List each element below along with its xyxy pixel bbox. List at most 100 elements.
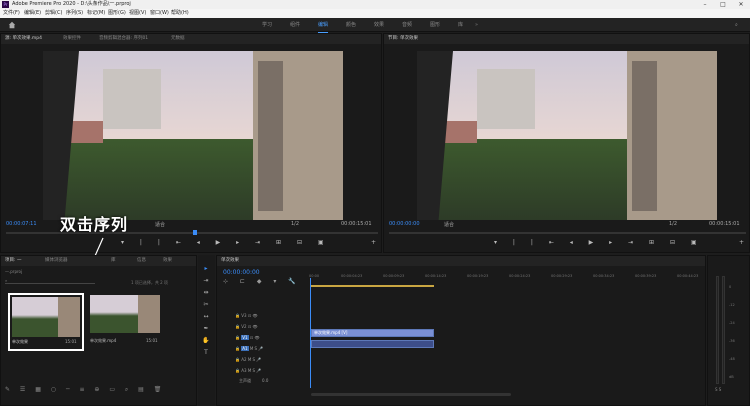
source-playhead[interactable] — [193, 230, 197, 235]
timeline-timecode[interactable]: 00:00:00:00 — [223, 269, 260, 276]
menu-sequence[interactable]: 序列(S) — [66, 9, 83, 18]
project-item-duration: 15:01 — [146, 338, 158, 343]
maximize-button[interactable]: □ — [714, 0, 732, 9]
tab-project[interactable]: 项目: 一 — [5, 256, 21, 266]
tab-effect-controls[interactable]: 效果控件 — [63, 34, 81, 44]
source-zoom-select[interactable]: 适合 — [155, 221, 165, 228]
type-tool-icon[interactable]: T — [202, 349, 210, 357]
tab-effects[interactable]: 效果 — [163, 256, 172, 266]
meter-solo-buttons[interactable]: S S — [715, 387, 721, 392]
clip-thumbnail[interactable]: 单次效果.mp4 15:01 — [90, 295, 160, 349]
workspace-learn[interactable]: 学习 — [262, 18, 272, 32]
sequence-thumbnail[interactable]: 单次效果 15:01 — [8, 293, 84, 351]
track-header-v2[interactable]: 🔒 V2 ⊡ 👁 — [235, 321, 263, 332]
menu-marker[interactable]: 标记(M) — [87, 9, 105, 18]
slip-tool-icon[interactable]: ↔ — [202, 313, 210, 321]
menu-window[interactable]: 窗口(W) — [150, 9, 169, 18]
menu-view[interactable]: 视图(V) — [129, 9, 146, 18]
ruler-tick: 00:00:09:23 — [383, 274, 405, 278]
caption-overlay: 双击序列 — [60, 215, 129, 234]
menu-edit[interactable]: 编辑(E) — [24, 9, 41, 18]
tab-libraries[interactable]: 库 — [111, 256, 116, 266]
meter-label: -48 — [729, 357, 735, 361]
track-headers: 🔒 V3 ⊡ 👁 🔒 V2 ⊡ 👁 🔒 V1 ⊡ 👁 🔒 A1 M S 🎤 🔒 … — [235, 310, 263, 376]
menu-graphics[interactable]: 图形(G) — [108, 9, 126, 18]
meter-label: 0 — [729, 285, 732, 289]
window-title: Adobe Premiere Pro 2020 - D:\头条作品\一.prpr… — [12, 1, 131, 7]
tab-sequence[interactable]: 单次效果 — [221, 256, 239, 266]
meter-channel-right — [722, 276, 725, 384]
video-clip[interactable]: 单次效果.mp4 [V] — [311, 329, 434, 337]
tab-audio-mixer[interactable]: 音频剪辑混合器: 序列01 — [99, 34, 148, 44]
timeline-tabs: 单次效果 — [217, 256, 705, 266]
ruler-tick: 00:00:34:23 — [593, 274, 615, 278]
track-header-a3[interactable]: 🔒 A3 M S 🎤 — [235, 365, 263, 376]
ripple-edit-tool-icon[interactable]: ⇹ — [202, 289, 210, 297]
audio-meter: 0 -12 -24 -36 -48 dB S S — [707, 255, 750, 406]
work-area-bar[interactable] — [311, 285, 434, 287]
audio-clip[interactable] — [311, 340, 434, 348]
ruler-tick: 00:00:24:23 — [509, 274, 531, 278]
close-button[interactable]: ✕ — [732, 0, 750, 9]
workspace-bar: 学习 组件 编辑 颜色 效果 音频 图形 库 » ⌕ — [0, 18, 750, 33]
tab-source[interactable]: 源: 单次效果.mp4 — [5, 34, 42, 44]
program-timecode-current[interactable]: 00:00:00:00 — [389, 221, 420, 227]
pen-tool-icon[interactable]: ✒ — [202, 325, 210, 333]
razor-tool-icon[interactable]: ✂ — [202, 301, 210, 309]
track-header-a1[interactable]: 🔒 A1 M S 🎤 — [235, 343, 263, 354]
project-item-name: 单次效果 — [12, 339, 28, 344]
selection-tool-icon[interactable]: ▸ — [202, 265, 210, 273]
workspace-editing[interactable]: 编辑 — [318, 18, 329, 33]
menu-file[interactable]: 文件(F) — [3, 9, 20, 18]
track-header-a2[interactable]: 🔒 A2 M S 🎤 — [235, 354, 263, 365]
ruler-tick: 00:00:39:23 — [635, 274, 657, 278]
master-track-value[interactable]: 0.0 — [262, 378, 268, 383]
track-select-tool-icon[interactable]: ⇥ — [202, 277, 210, 285]
workspace-color[interactable]: 颜色 — [346, 18, 356, 32]
program-transport-controls[interactable]: ▾ | | ⇤ ◂ ▶ ▸ ⇥ ⊞ ⊟ ▣ — [494, 239, 704, 246]
track-header-v3[interactable]: 🔒 V3 ⊡ 👁 — [235, 310, 263, 321]
track-header-v1[interactable]: 🔒 V1 ⊡ 👁 — [235, 332, 263, 343]
source-timecode-current[interactable]: 00:00:07:11 — [6, 221, 37, 227]
home-icon[interactable] — [8, 21, 16, 29]
timeline-tool-icons[interactable]: ⊹ ⊏ ◆ ▾ 🔧 — [223, 278, 301, 285]
workspace-libraries[interactable]: 库 — [458, 18, 463, 32]
tab-info[interactable]: 信息 — [137, 256, 146, 266]
meter-channel-left — [716, 276, 719, 384]
workspace-assembly[interactable]: 组件 — [290, 18, 300, 32]
menu-help[interactable]: 帮助(H) — [171, 9, 189, 18]
tab-metadata[interactable]: 元数据 — [171, 34, 185, 44]
menu-clip[interactable]: 剪辑(C) — [45, 9, 62, 18]
source-add-button[interactable]: + — [371, 239, 376, 246]
workspace-audio[interactable]: 音频 — [402, 18, 412, 32]
program-resolution-select[interactable]: 1/2 — [669, 221, 677, 227]
hand-tool-icon[interactable]: ✋ — [202, 337, 210, 345]
ruler-tick: 00:00:04:23 — [341, 274, 363, 278]
minimize-button[interactable]: – — [696, 0, 714, 9]
program-monitor: 节目: 单次效果 00:00:00:00 适合 1/2 00:00:15:01 … — [383, 33, 750, 253]
tab-program[interactable]: 节目: 单次效果 — [388, 34, 418, 44]
program-scrub-bar[interactable] — [389, 232, 746, 234]
program-add-button[interactable]: + — [739, 239, 744, 246]
meter-label: -24 — [729, 321, 735, 325]
timeline-scrollbar[interactable] — [311, 393, 511, 396]
program-video-frame[interactable] — [417, 51, 717, 220]
source-resolution-select[interactable]: 1/2 — [291, 221, 299, 227]
source-video-frame[interactable] — [43, 51, 343, 220]
workspace-effects[interactable]: 效果 — [374, 18, 384, 32]
project-footer-tools[interactable]: ✎ ☰ ▦ ○ ─ ≡ ⊕ ▭ ⌕ ▤ 🗑 — [5, 386, 165, 394]
project-tabs: 项目: 一 媒体浏览器 库 信息 效果 — [1, 256, 196, 266]
search-icon[interactable]: ⌕ — [735, 18, 738, 32]
workspace-graphics[interactable]: 图形 — [430, 18, 440, 32]
project-item-count: 1 项已选择，共 2 项 — [131, 280, 168, 285]
source-tabs: 源: 单次效果.mp4 效果控件 音频剪辑混合器: 序列01 元数据 — [1, 34, 381, 44]
tab-media-browser[interactable]: 媒体浏览器 — [45, 256, 68, 266]
project-item-duration: 15:01 — [65, 339, 77, 344]
meter-label: -36 — [729, 339, 735, 343]
title-bar: Pr Adobe Premiere Pro 2020 - D:\头条作品\一.p… — [0, 0, 750, 9]
program-zoom-select[interactable]: 适合 — [444, 221, 454, 228]
source-transport-controls[interactable]: ▾ | | ⇤ ◂ ▶ ▸ ⇥ ⊞ ⊟ ▣ — [121, 239, 331, 246]
workspace-more-icon[interactable]: » — [475, 18, 478, 32]
project-search-input[interactable]: ⌕ — [5, 278, 95, 284]
meter-scale: 0 -12 -24 -36 -48 dB — [729, 278, 735, 386]
